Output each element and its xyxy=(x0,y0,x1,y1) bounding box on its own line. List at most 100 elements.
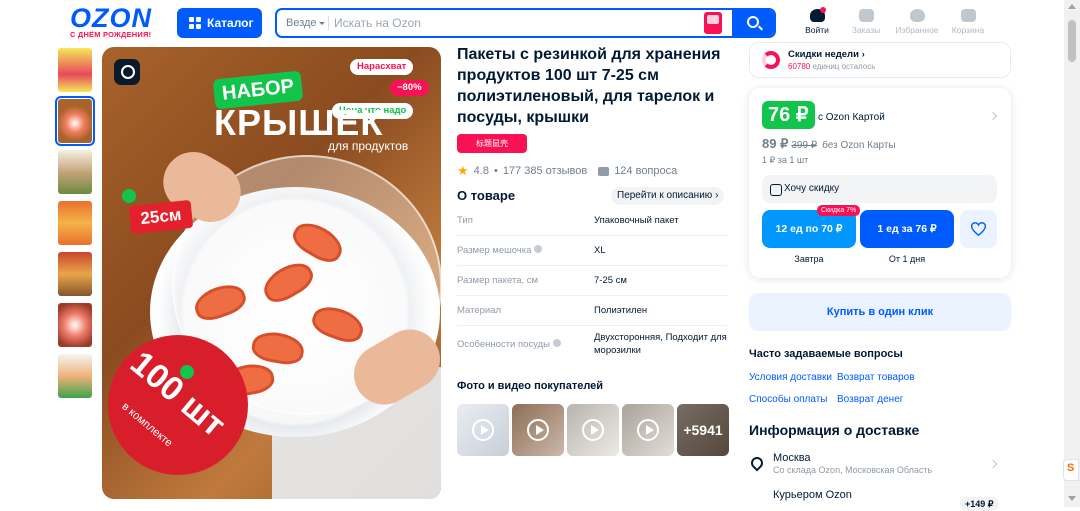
price-card: 76 ₽ с Ozon Картой 89 ₽399 ₽ без Ozon Кар… xyxy=(749,88,1011,278)
scroll-up-arrow-icon[interactable] xyxy=(1068,4,1076,9)
spec-value: Двухсторонняя, Подходит для морозилки xyxy=(594,332,727,356)
spec-row: Размер пакета, см 7-25 см xyxy=(457,266,727,296)
cart-icon xyxy=(960,9,976,22)
customer-photos-title: Фото и видео покупателей xyxy=(457,380,604,392)
rating-dot: • xyxy=(493,165,498,177)
question-icon xyxy=(598,166,610,176)
spec-key-wrap: Размер мешочка xyxy=(457,245,594,256)
info-icon[interactable] xyxy=(552,338,561,347)
spec-row: Особенности посуды Двухсторонняя, Подход… xyxy=(457,326,727,362)
product-main-image[interactable]: Нарасхват −80% Цена что надо НАБОР КРЫШЕ… xyxy=(102,47,441,499)
customer-video[interactable] xyxy=(457,404,509,456)
faq-link-returns[interactable]: Возврат товаров xyxy=(837,372,915,383)
count-circle: 100 шт в комплекте xyxy=(108,335,248,475)
nav-favorites[interactable]: Избранное xyxy=(895,9,939,35)
scroll-down-arrow-icon[interactable] xyxy=(1068,496,1076,501)
search-button[interactable] xyxy=(732,10,774,36)
regular-label: без Ozon Карты xyxy=(822,140,896,151)
location-pin-icon xyxy=(748,454,766,472)
questions-count[interactable]: 124 вопроса xyxy=(614,165,677,177)
goto-description-label: Перейти к описанию xyxy=(617,190,713,201)
promo-kryshek: КРЫШЕК xyxy=(214,102,384,143)
want-discount-button[interactable]: Хочу скидку xyxy=(762,175,997,203)
ozon-card-label[interactable]: с Ozon Картой xyxy=(818,112,885,123)
thumbnail-list xyxy=(55,48,95,405)
spec-key: Материал xyxy=(457,305,502,316)
chevron-right-icon[interactable] xyxy=(988,459,998,469)
delivery-city[interactable]: Москва xyxy=(773,452,811,464)
search-icon xyxy=(747,16,759,28)
spec-row: Размер мешочка XL xyxy=(457,236,727,266)
scrollbar[interactable] xyxy=(1064,0,1080,507)
check-icon xyxy=(122,189,136,203)
courier-price: +149 ₽ xyxy=(960,497,999,511)
faq-link-refund[interactable]: Возврат денег xyxy=(837,394,903,405)
weekly-title: Скидки недели › xyxy=(788,49,865,60)
customer-photos-more[interactable]: +5941 xyxy=(677,404,729,456)
nav-favorites-label: Избранное xyxy=(895,25,939,35)
thumbnail[interactable] xyxy=(58,303,92,347)
faq-link-payment[interactable]: Способы оплаты xyxy=(749,394,828,405)
bulk-delivery: Завтра xyxy=(794,254,824,264)
thumbnail[interactable] xyxy=(58,354,92,398)
image-search-icon[interactable] xyxy=(114,59,140,85)
rating-row[interactable]: ★ 4.8 • 177 385 отзывов 124 вопроса xyxy=(457,163,677,179)
info-icon[interactable] xyxy=(534,245,543,253)
weekly-suffix: единиц осталось xyxy=(812,62,876,71)
reviews-count[interactable]: 177 385 отзывов xyxy=(503,165,587,177)
thumbnail[interactable] xyxy=(58,252,92,296)
customer-video[interactable] xyxy=(512,404,564,456)
scrollbar-thumb[interactable] xyxy=(1068,20,1076,62)
spec-value: XL xyxy=(594,245,606,256)
chevron-right-icon: › xyxy=(715,190,719,201)
nav-login-label: Войти xyxy=(805,25,829,35)
customer-video[interactable] xyxy=(622,404,674,456)
delivery-info-title: Информация о доставке xyxy=(749,422,920,438)
box-icon xyxy=(858,9,874,22)
nav-orders[interactable]: Заказы xyxy=(844,9,888,35)
promo-qr-icon[interactable] xyxy=(704,12,722,34)
play-icon xyxy=(472,419,494,441)
faq-link-delivery[interactable]: Условия доставки xyxy=(749,372,832,383)
specs-table: Тип Упаковочный пакет Размер мешочка XL … xyxy=(457,206,727,362)
logo-word: OZON xyxy=(70,3,152,33)
rating-value: 4.8 xyxy=(473,165,489,177)
ozon-logo[interactable]: OZON С ДНЁМ РОЖДЕНИЯ! xyxy=(70,3,170,40)
nav-cart[interactable]: Корзина xyxy=(946,9,990,35)
thumbnail[interactable] xyxy=(58,201,92,245)
side-widget-icon[interactable] xyxy=(1063,459,1079,481)
star-icon: ★ xyxy=(457,163,469,178)
customer-photos: +5941 xyxy=(457,404,729,456)
nav-login[interactable]: Войти xyxy=(795,7,839,35)
weekly-deals[interactable]: Скидки недели › 60780 единиц осталось xyxy=(749,42,1011,78)
thumbnail[interactable] xyxy=(58,48,92,92)
play-icon xyxy=(527,419,549,441)
single-option-button[interactable]: 1 ед за 76 ₽ xyxy=(860,210,954,248)
customer-video[interactable] xyxy=(567,404,619,456)
favorite-button[interactable] xyxy=(960,210,997,248)
spec-value: 7-25 см xyxy=(594,275,627,286)
discount-badge: −80% xyxy=(390,80,429,96)
search-input[interactable] xyxy=(334,10,694,36)
spec-key: Особенности посуды xyxy=(457,338,550,350)
spec-key-wrap: Особенности посуды xyxy=(457,338,594,350)
unit-price: 1 ₽ за 1 шт xyxy=(762,155,809,165)
thumbnail-selected[interactable] xyxy=(55,96,95,146)
thumbnail[interactable] xyxy=(58,150,92,194)
search-scope-select[interactable]: Везде xyxy=(277,10,327,36)
spec-key: Размер пакета, см xyxy=(457,275,539,286)
site-header: OZON С ДНЁМ РОЖДЕНИЯ! Каталог Везде Войт… xyxy=(0,0,1064,44)
buy-one-click-button[interactable]: Купить в один клик xyxy=(749,293,1011,331)
search-bar: Везде xyxy=(275,8,776,38)
spec-row: Материал Полиэтилен xyxy=(457,296,727,326)
notification-dot xyxy=(819,7,826,13)
spec-value: Полиэтилен xyxy=(594,305,648,316)
weekly-count: 60780 xyxy=(788,62,811,71)
about-title: О товаре xyxy=(457,188,516,203)
old-price: 399 ₽ xyxy=(791,140,818,151)
brand-chip[interactable]: 标题鼠壳 xyxy=(457,134,527,153)
chevron-right-icon[interactable] xyxy=(988,111,998,121)
catalog-button[interactable]: Каталог xyxy=(177,8,262,38)
search-divider xyxy=(328,16,329,30)
goto-description-link[interactable]: Перейти к описанию › xyxy=(611,187,725,205)
